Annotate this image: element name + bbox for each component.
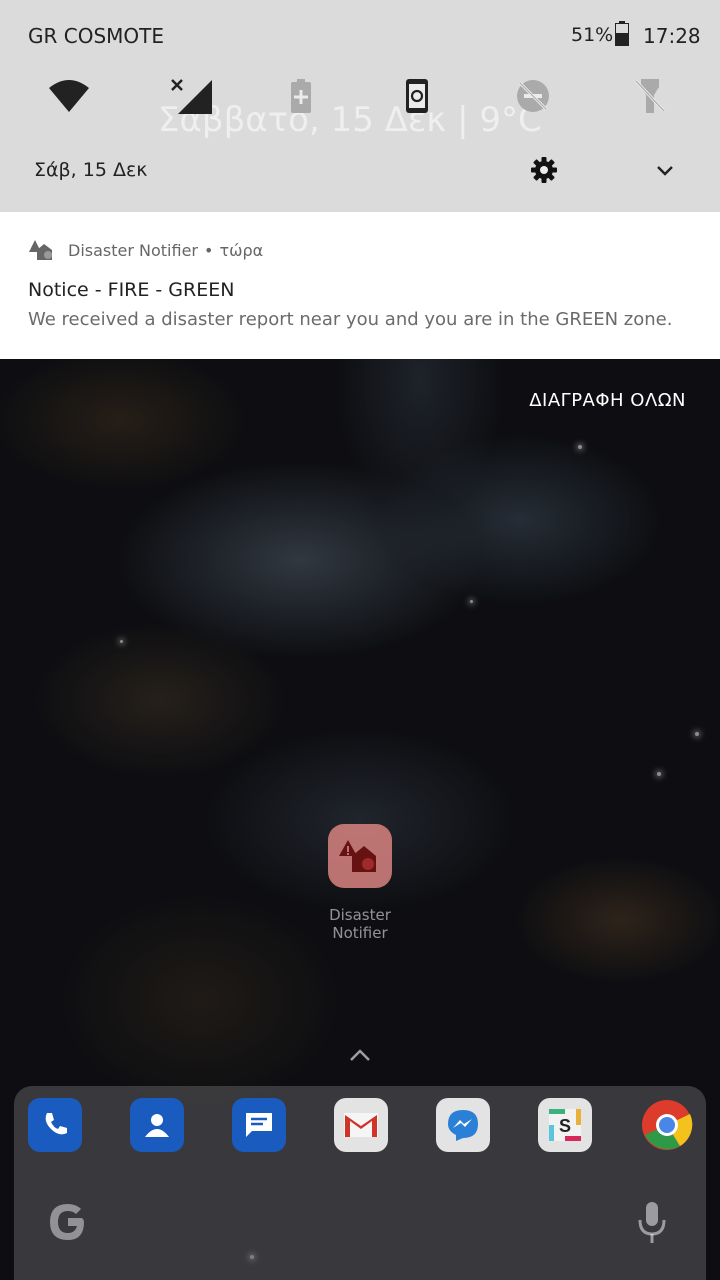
fire-alert-icon — [339, 840, 376, 872]
phone-icon — [45, 1113, 67, 1135]
clock: 17:28 — [643, 24, 701, 48]
battery-icon — [615, 21, 629, 46]
separator-dot: • — [204, 241, 214, 260]
gmail-icon — [344, 1113, 378, 1137]
flashlight-off-icon — [634, 79, 666, 113]
flashlight-tile[interactable] — [626, 72, 674, 120]
google-search-icon[interactable] — [46, 1200, 90, 1244]
svg-text:S: S — [559, 1116, 571, 1136]
wifi-tile[interactable] — [45, 72, 93, 120]
notification-app-name: Disaster Notifier — [68, 241, 198, 260]
clear-all-button[interactable]: ΔΙΑΓΡΑΦΗ ΟΛΩΝ — [529, 390, 686, 411]
home-app-disaster-notifier[interactable]: Disaster Notifier — [300, 824, 420, 942]
dock-app-gmail[interactable] — [334, 1098, 388, 1152]
battery-saver-icon — [291, 79, 311, 113]
notification-body: We received a disaster report near you a… — [28, 309, 673, 330]
notification-card[interactable]: Disaster Notifier • τώρα Notice - FIRE - G… — [0, 212, 720, 359]
auto-rotate-tile[interactable] — [393, 72, 441, 120]
battery-saver-tile[interactable] — [277, 72, 325, 120]
carrier-name: GR COSMOTE — [28, 24, 165, 48]
notification-time: τώρα — [219, 241, 264, 260]
chrome-icon — [642, 1100, 693, 1150]
dock-app-contacts[interactable] — [130, 1098, 184, 1152]
chevron-up-icon[interactable] — [348, 1046, 372, 1066]
slack-icon: S — [549, 1109, 581, 1141]
disaster-notifier-app-icon — [328, 824, 392, 888]
screen-rotate-icon — [406, 79, 428, 113]
fire-alert-icon — [29, 240, 52, 260]
do-not-disturb-tile[interactable] — [509, 72, 557, 120]
notification-header: Disaster Notifier • τώρα — [68, 241, 263, 260]
shade-date-row: Σάβ, 15 Δεκ — [0, 150, 720, 194]
battery-percent: 51% — [571, 24, 614, 46]
microphone-icon[interactable] — [636, 1200, 668, 1246]
notification-title: Notice - FIRE - GREEN — [28, 279, 235, 301]
wifi-icon — [49, 80, 89, 112]
signal-no-data-icon — [171, 79, 212, 114]
do-not-disturb-off-icon — [517, 80, 549, 112]
dock-app-phone[interactable] — [28, 1098, 82, 1152]
quick-settings-shade: GR COSMOTE 51% 17:28 Σάββατο, 15 Δεκ | 9… — [0, 0, 720, 212]
status-bar: GR COSMOTE 51% 17:28 — [0, 0, 720, 70]
dock-app-slack[interactable]: S — [538, 1098, 592, 1152]
dock-app-chrome[interactable] — [640, 1098, 694, 1152]
contacts-icon — [145, 1114, 169, 1137]
gear-icon[interactable] — [530, 156, 558, 184]
dock-app-messages[interactable] — [232, 1098, 286, 1152]
chevron-down-icon[interactable] — [652, 158, 678, 184]
dock-app-messenger[interactable] — [436, 1098, 490, 1152]
home-app-label: Disaster Notifier — [329, 906, 391, 942]
messenger-icon — [448, 1110, 478, 1141]
mobile-data-tile[interactable] — [168, 72, 216, 120]
shade-date: Σάβ, 15 Δεκ — [34, 159, 148, 181]
messages-icon — [246, 1113, 272, 1137]
